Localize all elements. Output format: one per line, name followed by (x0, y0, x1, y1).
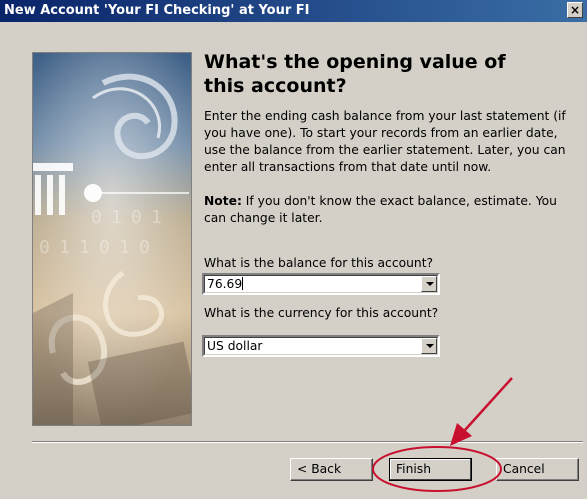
currency-dropdown-button[interactable] (421, 338, 437, 354)
cancel-button-label: Cancel (503, 462, 545, 476)
currency-value: US dollar (207, 339, 263, 353)
note-body: If you don't know the exact balance, est… (204, 194, 557, 225)
balance-input[interactable]: 76.69 (207, 277, 244, 291)
illustration-graphic: 0 1 0 1 0 1 1 0 1 0 (33, 53, 191, 425)
note-text: Note: If you don't know the exact balanc… (204, 193, 582, 227)
text-caret (242, 277, 244, 290)
balance-combo[interactable]: 76.69 (202, 273, 440, 295)
intro-text: Enter the ending cash balance from your … (204, 109, 566, 174)
digit-mark: 0 (139, 237, 150, 258)
note-label: Note: (204, 194, 242, 208)
wizard-illustration: 0 1 0 1 0 1 1 0 1 0 (32, 52, 192, 426)
digit-mark: 1 (119, 237, 130, 258)
cancel-button[interactable]: Cancel (496, 458, 579, 481)
balance-dropdown-button[interactable] (421, 276, 437, 292)
wizard-content: What's the opening value of this account… (204, 50, 582, 227)
title-bar[interactable]: New Account 'Your FI Checking' at Your F… (0, 0, 587, 22)
back-button[interactable]: < Back (290, 458, 373, 481)
close-button[interactable]: × (567, 2, 583, 18)
finish-button-label: Finish (396, 462, 432, 476)
balance-value: 76.69 (207, 277, 243, 291)
page-heading: What's the opening value of this account… (204, 51, 506, 97)
finish-button[interactable]: Finish (389, 458, 472, 481)
digit-mark: 0 (99, 237, 110, 258)
annotation-arrow-line (464, 377, 513, 431)
currency-label: What is the currency for this account? (204, 306, 439, 320)
button-separator (32, 441, 583, 443)
digit-mark: 1 (59, 237, 70, 258)
balance-label: What is the balance for this account? (204, 256, 434, 270)
dialog-window: New Account 'Your FI Checking' at Your F… (0, 0, 587, 499)
digit-mark: 0 (91, 207, 102, 228)
digit-mark: 1 (111, 207, 122, 228)
digit-mark: 0 (39, 237, 50, 258)
digit-mark: 0 (131, 207, 142, 228)
digit-mark: 1 (79, 237, 90, 258)
digit-mark: 1 (151, 207, 162, 228)
window-title: New Account 'Your FI Checking' at Your F… (4, 3, 310, 18)
back-button-label: < Back (297, 462, 342, 476)
currency-combo[interactable]: US dollar (202, 335, 440, 357)
